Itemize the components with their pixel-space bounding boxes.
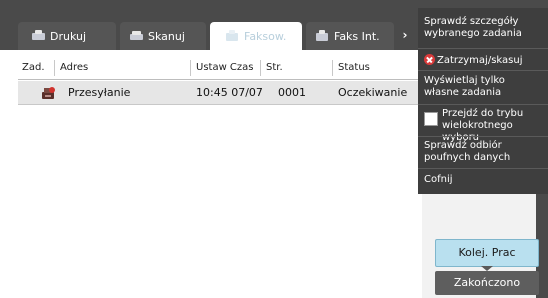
print-icon [32, 30, 46, 42]
row-status: Oczekiwanie [338, 86, 408, 99]
tab-internet-fax-label: Faks Int. [334, 29, 380, 43]
menu-multi-select[interactable]: Przejdź do trybu wielokrotnego wyboru [418, 108, 548, 143]
menu-stop-delete-label: Zatrzymaj/skasuj [437, 55, 523, 66]
header-address: Adres [60, 62, 89, 73]
tab-fax[interactable]: Faksow. [210, 22, 302, 50]
header-pages: Str. [266, 62, 283, 73]
sending-icon [42, 87, 55, 99]
multi-select-checkbox[interactable] [424, 112, 438, 126]
header-job: Zad. [22, 62, 45, 73]
menu-confidential[interactable]: Sprawdź odbiór poufnych danych [418, 140, 548, 164]
completed-button[interactable]: Zakończono [435, 271, 539, 295]
chevron-right-icon[interactable]: › [398, 28, 412, 42]
tab-scan-label: Skanuj [148, 29, 185, 43]
table-header: Zad. Adres Ustaw Czas Str. Status [18, 56, 422, 80]
tab-print[interactable]: Drukuj [18, 22, 116, 50]
job-status-screen: Drukuj Skanuj Faksow. Faks Int. › Zad. A… [0, 0, 548, 298]
menu-multi-select-label: Przejdź do trybu wielokrotnego wyboru [442, 108, 524, 143]
table-row[interactable]: Przesyłanie 10:45 07/07 0001 Oczekiwanie [18, 81, 422, 105]
tab-print-label: Drukuj [50, 29, 87, 43]
internet-fax-icon [316, 30, 330, 42]
scan-icon [130, 30, 144, 42]
row-pages: 0001 [278, 86, 306, 99]
row-address: Przesyłanie [68, 86, 131, 99]
tab-internet-fax[interactable]: Faks Int. [306, 22, 394, 50]
menu-check-details[interactable]: Sprawdź szczegóły wybranego zadania [418, 16, 548, 40]
row-time: 10:45 07/07 [196, 86, 263, 99]
queue-button[interactable]: Kolej. Prac [435, 239, 539, 267]
header-time: Ustaw Czas [196, 62, 254, 73]
tab-scan[interactable]: Skanuj [120, 22, 206, 50]
tab-fax-label: Faksow. [244, 29, 287, 43]
stop-icon [424, 54, 435, 65]
menu-own-jobs[interactable]: Wyświetlaj tylko własne zadania [418, 75, 548, 99]
menu-stop-delete[interactable]: Zatrzymaj/skasuj [418, 54, 548, 67]
header-status: Status [338, 62, 370, 73]
fax-icon [226, 30, 240, 42]
action-menu: Sprawdź szczegóły wybranego zadania Zatr… [418, 8, 548, 194]
menu-back[interactable]: Cofnij [418, 174, 548, 186]
